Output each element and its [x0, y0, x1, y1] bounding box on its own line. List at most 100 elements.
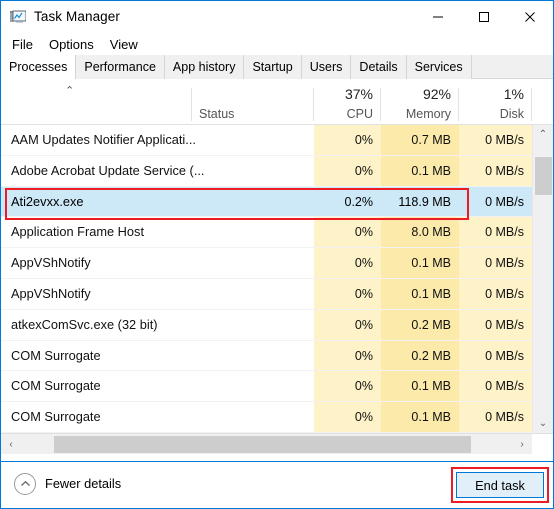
table-row[interactable]: AppVShNotify 0% 0.1 MB 0 MB/s — [1, 248, 532, 279]
table-header: ⌃ Status 37% CPU 92% Memory 1% Disk — [1, 85, 553, 125]
scrollbar-corner — [532, 434, 553, 454]
table-row[interactable]: atkexComSvc.exe (32 bit) 0% 0.2 MB 0 MB/s — [1, 310, 532, 341]
disk-cell: 0 MB/s — [485, 133, 524, 147]
memory-cell: 0.1 MB — [411, 379, 451, 394]
chevron-up-circle-icon — [14, 473, 36, 495]
menu-item-file[interactable]: File — [4, 36, 41, 53]
title-bar: Task Manager — [1, 1, 553, 33]
tab-startup[interactable]: Startup — [244, 55, 302, 79]
memory-cell: 0.1 MB — [411, 163, 451, 178]
cpu-total-percent: 37% — [344, 86, 373, 102]
column-header-cpu-label: CPU — [346, 106, 373, 121]
cpu-cell: 0% — [354, 133, 373, 147]
tab-app-history[interactable]: App history — [164, 55, 245, 79]
process-name-cell: atkexComSvc.exe (32 bit) — [11, 316, 158, 332]
horizontal-scrollbar[interactable]: ‹ › — [1, 433, 553, 454]
memory-cell: 0.2 MB — [411, 317, 451, 332]
memory-total-percent: 92% — [422, 86, 451, 102]
vertical-scrollbar[interactable]: ⌃ ⌄ — [532, 125, 553, 433]
table-row[interactable]: COM Surrogate 0% 0.1 MB 0 MB/s — [1, 402, 532, 433]
table-row[interactable]: Adobe Acrobat Update Service (... 0% 0.1 M… — [1, 156, 532, 187]
table-row[interactable]: AAM Updates Notifier Applicati... 0% 0.7 M… — [1, 125, 532, 156]
column-header-status-label: Status — [199, 106, 235, 121]
processes-panel: ⌃ Status 37% CPU 92% Memory 1% Disk AAM … — [1, 79, 553, 461]
column-header-cpu[interactable]: 37% CPU — [314, 85, 373, 124]
process-name-cell: Application Frame Host — [11, 224, 144, 240]
cpu-cell: 0.2% — [344, 194, 374, 209]
disk-cell: 0 MB/s — [485, 225, 524, 240]
column-header-name[interactable]: ⌃ — [1, 85, 191, 124]
cpu-cell: 0% — [354, 410, 373, 425]
memory-cell: 8.0 MB — [411, 225, 451, 240]
column-header-disk[interactable]: 1% Disk — [459, 85, 524, 124]
memory-cell: 0.2 MB — [411, 348, 451, 363]
table-row[interactable]: AppVShNotify 0% 0.1 MB 0 MB/s — [1, 279, 532, 310]
memory-cell: 0.1 MB — [411, 410, 451, 425]
disk-cell: 0 MB/s — [485, 317, 524, 332]
disk-cell: 0 MB/s — [485, 379, 524, 394]
task-manager-icon — [10, 9, 27, 25]
sort-ascending-icon: ⌃ — [65, 85, 75, 97]
memory-cell: 0.1 MB — [411, 256, 451, 271]
menu-item-view[interactable]: View — [102, 36, 146, 53]
memory-cell: 0.7 MB — [411, 133, 451, 147]
tab-processes[interactable]: Processes — [1, 55, 77, 79]
table-row[interactable]: Ati2evxx.exe 0.2% 118.9 MB 0 MB/s — [1, 186, 532, 218]
disk-cell: 0 MB/s — [485, 256, 524, 271]
process-name-cell: AAM Updates Notifier Applicati... — [11, 132, 196, 147]
cpu-cell: 0% — [354, 256, 373, 271]
scroll-down-icon[interactable]: ⌄ — [533, 414, 553, 433]
horizontal-scrollbar-thumb[interactable] — [54, 436, 471, 453]
menu-item-options[interactable]: Options — [41, 36, 102, 53]
scroll-left-icon[interactable]: ‹ — [1, 434, 21, 454]
table-row[interactable]: Application Frame Host 0% 8.0 MB 0 MB/s — [1, 217, 532, 249]
cpu-cell: 0% — [354, 163, 373, 178]
end-task-button[interactable]: End task — [456, 472, 544, 498]
window-title: Task Manager — [34, 9, 120, 25]
memory-cell: 0.1 MB — [411, 286, 451, 301]
column-header-memory-label: Memory — [405, 106, 451, 121]
cpu-cell: 0% — [354, 348, 373, 363]
column-divider[interactable] — [531, 88, 532, 121]
disk-cell: 0 MB/s — [485, 286, 524, 301]
maximize-button[interactable] — [461, 1, 507, 33]
disk-cell: 0 MB/s — [485, 194, 524, 209]
tab-strip: Processes Performance App history Startu… — [1, 55, 553, 79]
scroll-up-icon[interactable]: ⌃ — [533, 125, 553, 144]
tab-users[interactable]: Users — [301, 55, 352, 79]
process-name-cell: Adobe Acrobat Update Service (... — [11, 162, 205, 178]
disk-total-percent: 1% — [503, 86, 524, 102]
process-name-cell: COM Surrogate — [11, 409, 101, 425]
column-divider[interactable] — [191, 88, 192, 121]
fewer-details-button[interactable]: Fewer details — [14, 473, 121, 495]
tab-list: Processes Performance App history Startu… — [1, 55, 553, 79]
disk-cell: 0 MB/s — [485, 163, 524, 178]
table-row[interactable]: COM Surrogate 0% 0.1 MB 0 MB/s — [1, 371, 532, 403]
tab-services[interactable]: Services — [406, 55, 472, 79]
column-header-disk-label: Disk — [499, 106, 524, 121]
tab-performance[interactable]: Performance — [76, 55, 165, 79]
column-header-memory[interactable]: 92% Memory — [381, 85, 451, 124]
minimize-button[interactable] — [415, 1, 461, 33]
vertical-scrollbar-thumb[interactable] — [535, 157, 552, 195]
cpu-cell: 0% — [354, 379, 373, 394]
process-name-cell: Ati2evxx.exe — [11, 193, 84, 209]
fewer-details-label: Fewer details — [45, 475, 122, 491]
process-name-cell: COM Surrogate — [11, 378, 101, 394]
tab-details[interactable]: Details — [351, 55, 407, 79]
column-header-status[interactable]: Status — [199, 85, 312, 124]
process-list[interactable]: AAM Updates Notifier Applicati... 0% 0.7 M… — [1, 125, 532, 433]
cpu-cell: 0% — [354, 286, 373, 301]
window-controls — [415, 1, 553, 33]
process-name-cell: COM Surrogate — [11, 347, 101, 363]
process-name-cell: AppVShNotify — [11, 255, 91, 271]
cpu-cell: 0% — [354, 317, 373, 332]
memory-cell: 118.9 MB — [398, 194, 451, 209]
close-button[interactable] — [507, 1, 553, 33]
task-manager-window: Task Manager File Options View Processes… — [0, 0, 554, 509]
scroll-right-icon[interactable]: › — [512, 434, 532, 454]
cpu-cell: 0% — [354, 225, 373, 240]
menu-bar: File Options View — [1, 33, 553, 55]
disk-cell: 0 MB/s — [485, 410, 524, 425]
table-row[interactable]: COM Surrogate 0% 0.2 MB 0 MB/s — [1, 341, 532, 372]
